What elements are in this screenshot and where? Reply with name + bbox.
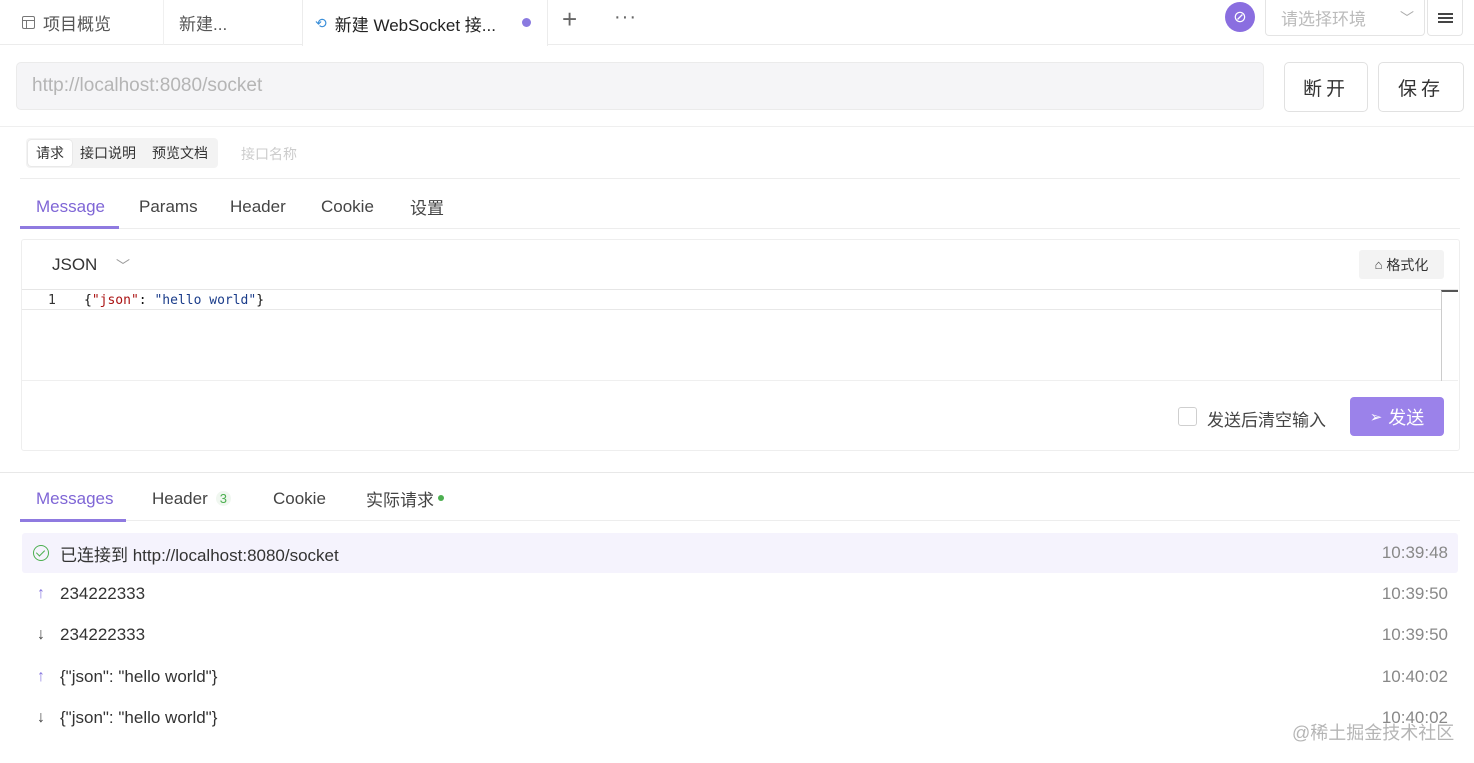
list-item[interactable]: ↑ 234222333 10:39:50 (22, 574, 1458, 614)
save-button[interactable]: 保存 (1378, 62, 1464, 112)
message-time: 10:40:02 (1381, 667, 1448, 686)
message-text: 已连接到 http://localhost:8080/socket (60, 545, 339, 565)
list-item[interactable]: ↓ 234222333 10:39:50 (22, 615, 1458, 655)
message-time: 10:39:50 (1381, 625, 1448, 644)
editor-minimap (1441, 290, 1458, 308)
watermark: @稀土掘金技术社区 (1292, 723, 1455, 743)
tab-header[interactable]: Header (230, 184, 286, 229)
message-text: {"json": "hello world"} (60, 708, 218, 727)
tab-label: 实际请求 (366, 491, 434, 510)
message-text: {"json": "hello world"} (60, 667, 218, 686)
segment-request[interactable]: 请求 (28, 140, 72, 166)
menu-button[interactable] (1427, 0, 1463, 36)
disconnect-button[interactable]: 断开 (1284, 62, 1368, 112)
tab-project-overview[interactable]: 项目概览 (22, 0, 162, 45)
url-value: http://localhost:8080/socket (32, 75, 263, 96)
code-key: "json" (91, 293, 139, 308)
view-segment: 请求 接口说明 预览文档 (26, 138, 218, 168)
arrow-down-icon: ↓ (37, 709, 45, 726)
tab-response-header[interactable]: Header 3 (152, 476, 231, 521)
request-tabs: Message Params Header Cookie 设置 (20, 184, 1460, 229)
response-tabs: Messages Header 3 Cookie 实际请求 (20, 476, 1460, 521)
tab-websocket-active[interactable]: ⟲ 新建 WebSocket 接... (302, 0, 548, 46)
line-number: 1 (48, 293, 56, 308)
websocket-icon: ⟲ (315, 14, 327, 31)
add-tab-button[interactable]: + (562, 4, 577, 35)
environment-placeholder: 请选择环境 (1281, 10, 1366, 29)
send-label: 发送 (1388, 407, 1425, 428)
message-time: 10:39:48 (1381, 543, 1448, 562)
format-icon: ⌂ (1374, 257, 1383, 272)
active-tab-indicator (20, 226, 119, 229)
divider (20, 178, 1460, 179)
environment-icon[interactable]: ⊘ (1225, 2, 1255, 32)
code-value: "hello world" (154, 293, 257, 308)
connected-icon (30, 544, 52, 562)
tab-messages[interactable]: Messages (36, 476, 113, 521)
tab-params[interactable]: Params (139, 184, 198, 229)
tab-label: 项目概览 (43, 15, 111, 34)
divider (0, 472, 1474, 473)
arrow-down-icon: ↓ (37, 626, 45, 643)
segment-description[interactable]: 接口说明 (72, 140, 144, 166)
environment-select[interactable]: 请选择环境 ﹀ (1265, 0, 1425, 36)
list-item[interactable]: ↓ {"json": "hello world"} 10:40:02 (22, 698, 1458, 738)
code-line: {"json": "hello world"} (84, 293, 264, 308)
layout-icon (22, 16, 35, 29)
code-editor[interactable]: 1 {"json": "hello world"} (22, 289, 1458, 381)
tab-new[interactable]: 新建... (163, 0, 301, 45)
api-name-input[interactable]: 接口名称 (241, 144, 297, 164)
code-brace: { (84, 293, 92, 308)
message-text: 234222333 (60, 625, 146, 644)
url-input[interactable]: http://localhost:8080/socket (16, 62, 1264, 110)
chevron-down-icon[interactable]: ﹀ (116, 256, 130, 276)
more-tabs-button[interactable]: ··· (614, 6, 637, 29)
send-button[interactable]: ➢ 发送 (1350, 397, 1444, 436)
header-count-badge: 3 (215, 491, 231, 506)
send-icon: ➢ (1369, 408, 1383, 426)
tab-label: Header (152, 488, 208, 508)
divider (0, 126, 1474, 127)
tab-label: 新建 WebSocket 接... (334, 15, 496, 35)
format-label: 格式化 (1386, 256, 1429, 273)
language-select[interactable]: JSON (52, 255, 97, 275)
hamburger-icon (1437, 12, 1453, 23)
tab-bar: 项目概览 新建... ⟲ 新建 WebSocket 接... + ··· ⊘ 请… (0, 0, 1474, 46)
format-button[interactable]: ⌂ 格式化 (1359, 250, 1444, 279)
code-brace: } (256, 293, 265, 308)
tab-actual-request[interactable]: 实际请求 (366, 476, 444, 521)
clear-after-send-checkbox[interactable] (1178, 407, 1197, 426)
tab-cookie[interactable]: Cookie (321, 184, 374, 229)
code-colon: : (138, 293, 155, 308)
tab-settings[interactable]: 设置 (410, 184, 444, 229)
message-text: 234222333 (60, 584, 146, 603)
segment-preview-doc[interactable]: 预览文档 (144, 140, 216, 166)
arrow-up-icon: ↑ (37, 585, 45, 602)
chevron-down-icon: ﹀ (1400, 10, 1414, 26)
arrow-up-icon: ↑ (37, 668, 45, 685)
unsaved-dot (522, 18, 531, 27)
tab-message[interactable]: Message (36, 184, 105, 229)
message-time: 10:39:50 (1381, 584, 1448, 603)
active-tab-indicator (20, 519, 126, 522)
tab-label: 新建... (179, 15, 228, 34)
list-item[interactable]: ↑ {"json": "hello world"} 10:40:02 (22, 657, 1458, 697)
list-item[interactable]: 已连接到 http://localhost:8080/socket 10:39:… (22, 533, 1458, 573)
tab-response-cookie[interactable]: Cookie (273, 476, 326, 521)
clear-after-send-label: 发送后清空输入 (1207, 411, 1326, 430)
status-dot (438, 494, 444, 501)
